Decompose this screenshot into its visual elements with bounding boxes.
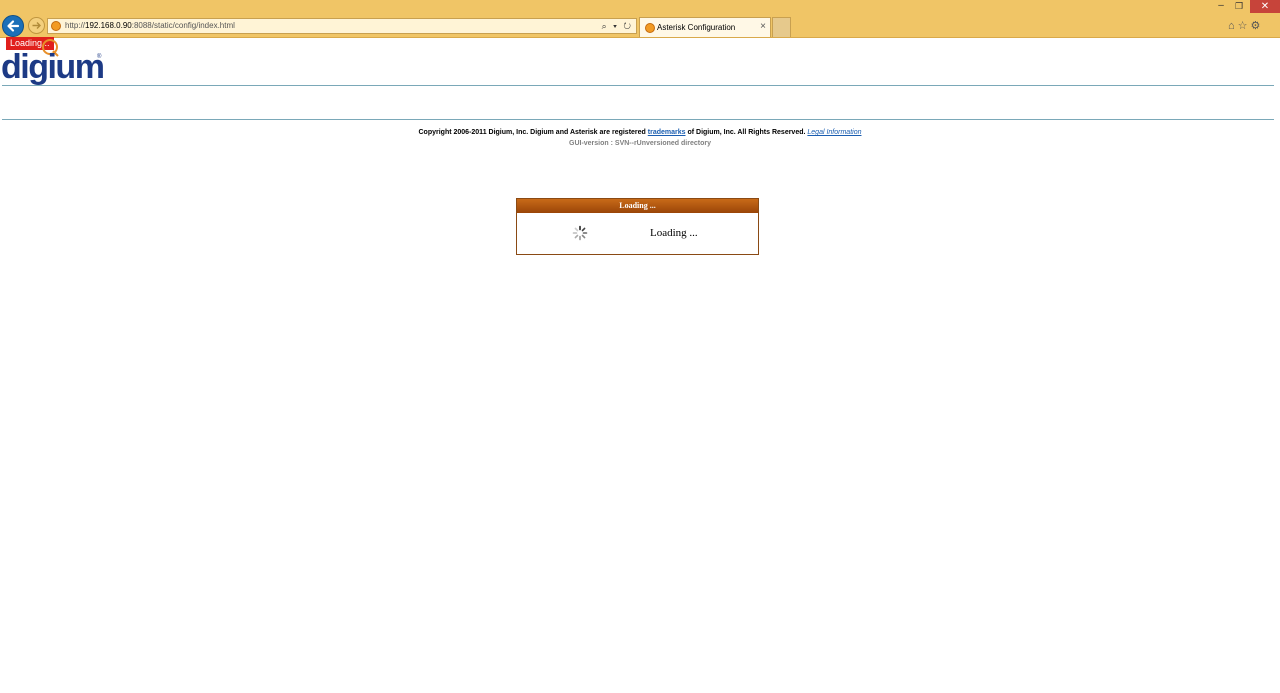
trademarks-link[interactable]: trademarks [648,129,686,136]
close-window-icon[interactable]: ✕ [1250,0,1280,13]
home-favorites-settings-icons[interactable]: ⌂☆⚙ [1228,19,1263,33]
minimize-icon[interactable]: ‒ [1213,0,1229,12]
arrow-right-icon [32,22,41,29]
tab-favicon-icon [645,23,655,33]
new-tab-button[interactable] [772,17,791,37]
browser-toolbar: http://192.168.0.90:8088/static/config/i… [0,0,1280,38]
dialog-title: Loading ... [517,199,758,213]
tab-asterisk-configuration[interactable]: Asterisk Configuration × [639,17,771,37]
address-bar[interactable]: http://192.168.0.90:8088/static/config/i… [47,18,637,34]
site-favicon-icon [51,21,61,31]
search-refresh-icons[interactable]: ⌕ ▾ ↻ [602,20,633,32]
legal-information-link[interactable]: Legal Information [807,129,861,136]
header-divider [2,85,1274,86]
content-divider [2,119,1274,120]
gui-version: GUI-version : SVN--rUnversioned director… [569,140,711,147]
back-button[interactable] [2,15,24,37]
forward-button[interactable] [28,17,45,34]
dialog-message: Loading ... [650,227,698,239]
tab-close-icon[interactable]: × [760,21,766,33]
url-host: 192.168.0.90 [85,21,132,30]
copyright-notice: Copyright 2006-2011 Digium, Inc. Digium … [418,129,862,136]
registered-mark: ® [97,54,102,60]
url-text[interactable]: http://192.168.0.90:8088/static/config/i… [65,20,235,32]
loading-dialog: Loading ... Loading ... [516,198,759,255]
digium-logo: digium [1,48,105,86]
arrow-left-icon [7,20,20,32]
restore-icon[interactable]: ❐ [1231,0,1247,12]
tab-title: Asterisk Configuration [657,23,736,32]
spinner-icon [572,225,588,241]
